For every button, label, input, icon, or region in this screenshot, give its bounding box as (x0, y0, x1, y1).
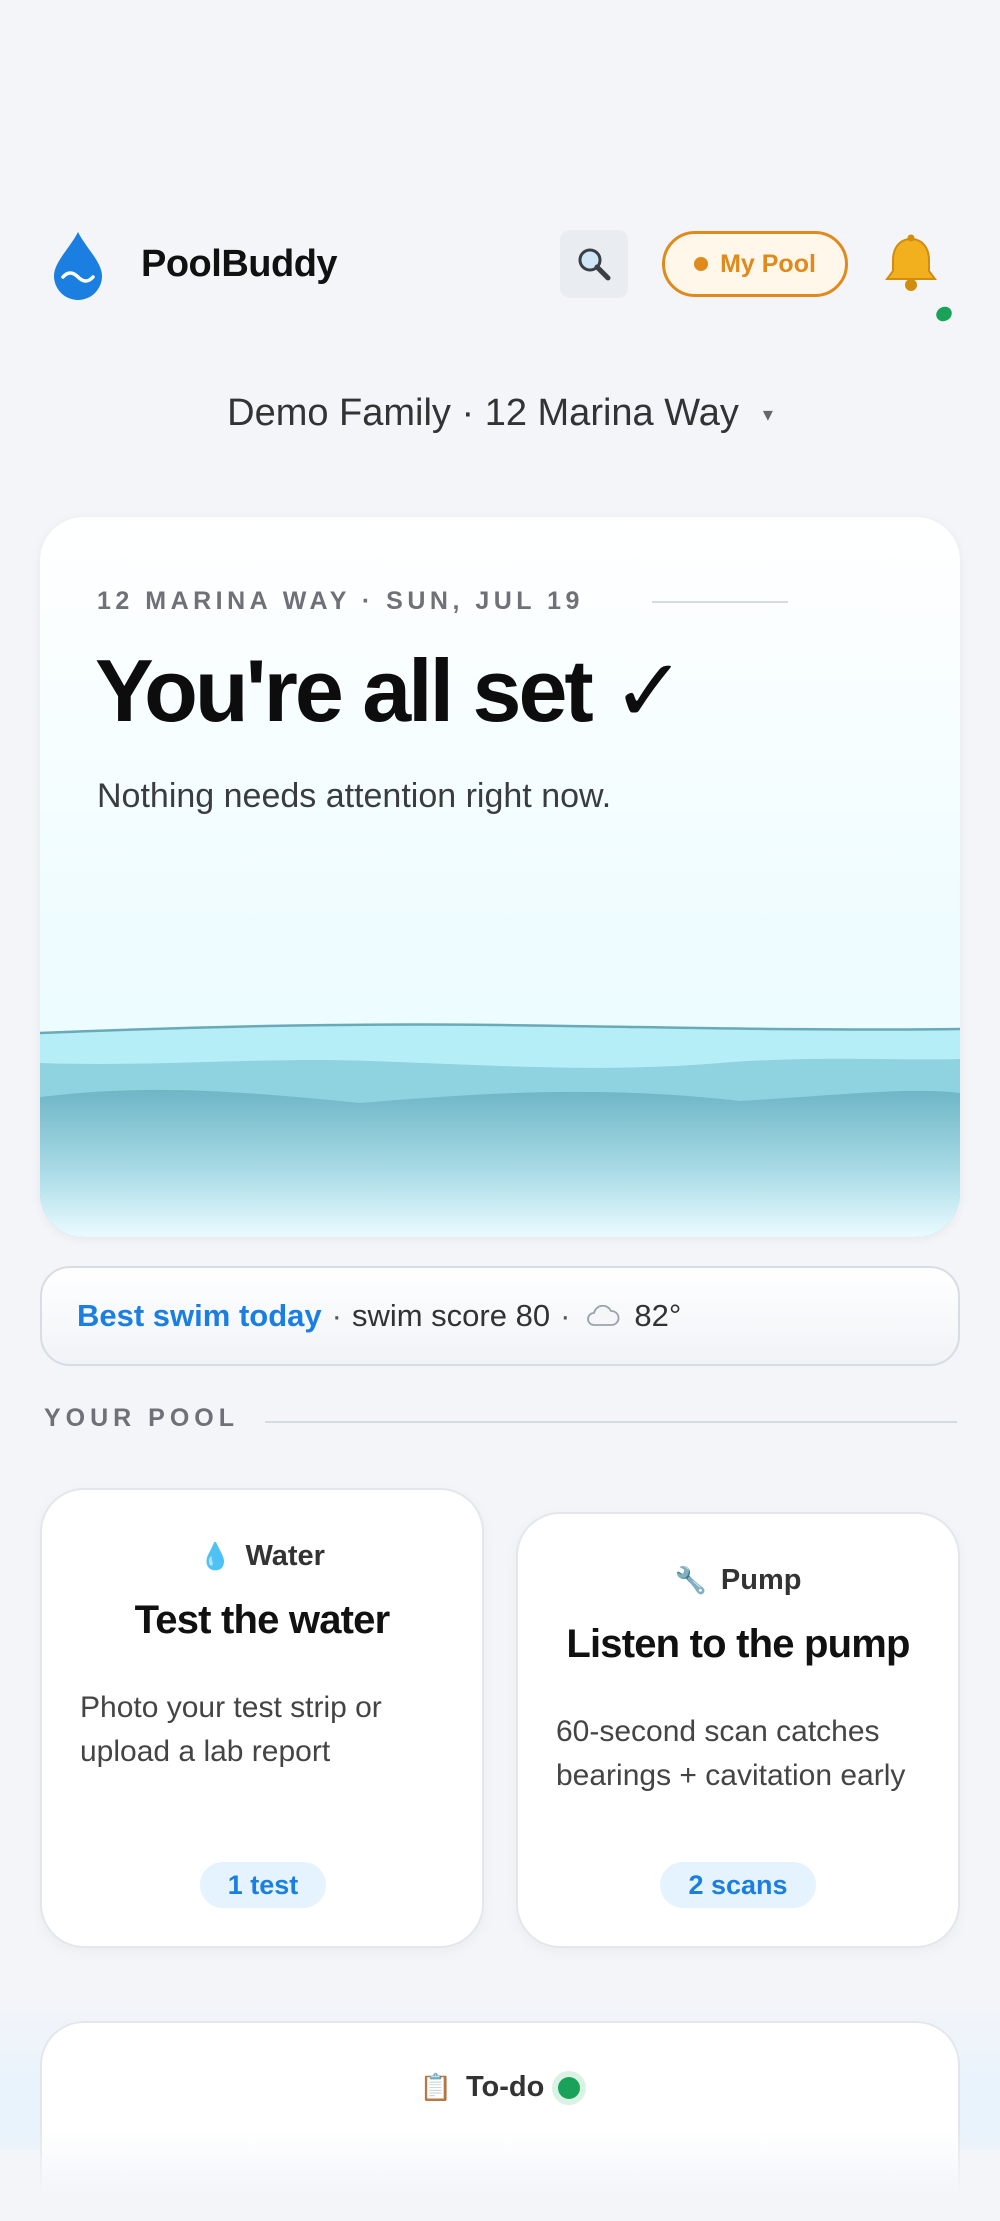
hero-title: You're all set ✓ (95, 641, 686, 740)
card-label: Pump (720, 1564, 802, 1596)
status-dot (694, 257, 709, 271)
card-header: 📋 To-do (42, 2071, 958, 2104)
bell-icon[interactable] (880, 233, 942, 295)
pool-water-illustration (40, 1023, 960, 1237)
chevron-down-icon: ▾ (762, 404, 773, 427)
card-label: Water (245, 1540, 325, 1572)
household-label: Demo Family · 12 Marina Way (227, 392, 739, 434)
status-hero-card: 12 MARINA WAY · SUN, JUL 19 You're all s… (40, 517, 960, 1237)
card-description: Photo your test strip or upload a lab re… (80, 1691, 382, 1768)
card-header: 💧 Water (42, 1540, 482, 1573)
search-button[interactable] (560, 230, 628, 298)
my-pool-button[interactable]: My Pool (662, 231, 848, 297)
my-pool-label: My Pool (720, 249, 816, 278)
cloud-icon (587, 1305, 620, 1326)
card-title: Test the water (134, 1598, 391, 1642)
card-title: Listen to the pump (566, 1622, 910, 1666)
notification-dot (933, 303, 955, 325)
separator: · (560, 1298, 571, 1333)
card-description: 60-second scan catches bearings + cavita… (556, 1715, 906, 1792)
clipboard-icon: 📋 (419, 2072, 452, 2102)
divider (652, 601, 788, 603)
search-icon (578, 248, 611, 281)
scroll-fade (0, 2130, 1000, 2221)
swim-score: swim score 80 (351, 1298, 551, 1333)
section-title: YOUR POOL (44, 1404, 240, 1432)
app-name: PoolBuddy (141, 243, 338, 285)
test-count-badge: 1 test (200, 1862, 326, 1908)
best-swim-label: Best swim today (77, 1298, 322, 1333)
water-drop-icon: 💧 (199, 1541, 232, 1571)
water-card[interactable]: 💧 Water Test the water Photo your test s… (40, 1488, 484, 1948)
status-dot (558, 2076, 581, 2099)
hero-subtitle: Nothing needs attention right now. (97, 777, 612, 815)
wrench-icon: 🔧 (674, 1565, 707, 1595)
best-swim-banner[interactable]: Best swim today · swim score 80 · 82° (40, 1266, 960, 1366)
temperature: 82° (634, 1298, 682, 1333)
card-label: To-do (466, 2071, 545, 2103)
water-drop-logo-icon (54, 232, 102, 300)
household-selector[interactable]: Demo Family · 12 Marina Way ▾ (0, 392, 1000, 435)
separator: · (331, 1298, 342, 1333)
hero-meta: 12 MARINA WAY · SUN, JUL 19 (97, 587, 584, 615)
card-header: 🔧 Pump (518, 1564, 958, 1597)
scan-count-badge: 2 scans (660, 1862, 816, 1908)
divider (265, 1421, 957, 1423)
pump-card[interactable]: 🔧 Pump Listen to the pump 60-second scan… (516, 1512, 960, 1948)
